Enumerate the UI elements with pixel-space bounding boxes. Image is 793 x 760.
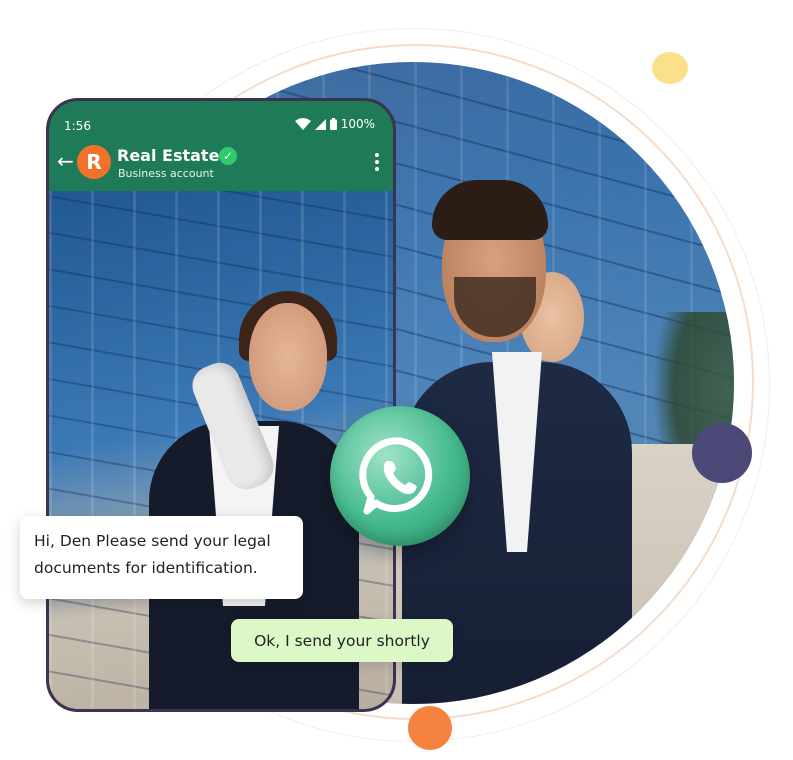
whatsapp-logo-icon <box>359 437 433 515</box>
more-vertical-icon[interactable] <box>375 153 379 171</box>
outgoing-message-bubble: Ok, I send your shortly <box>231 619 453 662</box>
decorative-dot-orange <box>408 706 452 750</box>
signal-icon <box>314 118 326 130</box>
outgoing-message-text: Ok, I send your shortly <box>254 631 430 650</box>
battery-percentage: 100% <box>340 117 375 131</box>
incoming-message-bubble: Hi, Den Please send your legal documents… <box>20 516 303 599</box>
status-icons: 100% <box>294 117 375 131</box>
status-time: 1:56 <box>64 119 91 133</box>
verified-check-icon: ✓ <box>219 147 237 165</box>
avatar-letter: R <box>86 150 102 174</box>
wifi-icon <box>294 118 311 130</box>
person-hair <box>432 180 548 240</box>
person-head <box>249 303 327 411</box>
whatsapp-icon <box>330 406 470 546</box>
incoming-message-text: Hi, Den Please send your legal documents… <box>34 532 271 577</box>
contact-name[interactable]: Real Estate <box>117 146 219 165</box>
decorative-dot-purple <box>692 423 752 483</box>
back-arrow-icon[interactable]: ← <box>57 151 74 171</box>
battery-icon <box>329 118 337 130</box>
chat-header: 1:56 100% ← R Real Estate ✓ Business acc… <box>49 101 393 191</box>
contact-subtitle: Business account <box>118 167 214 180</box>
avatar[interactable]: R <box>77 145 111 179</box>
